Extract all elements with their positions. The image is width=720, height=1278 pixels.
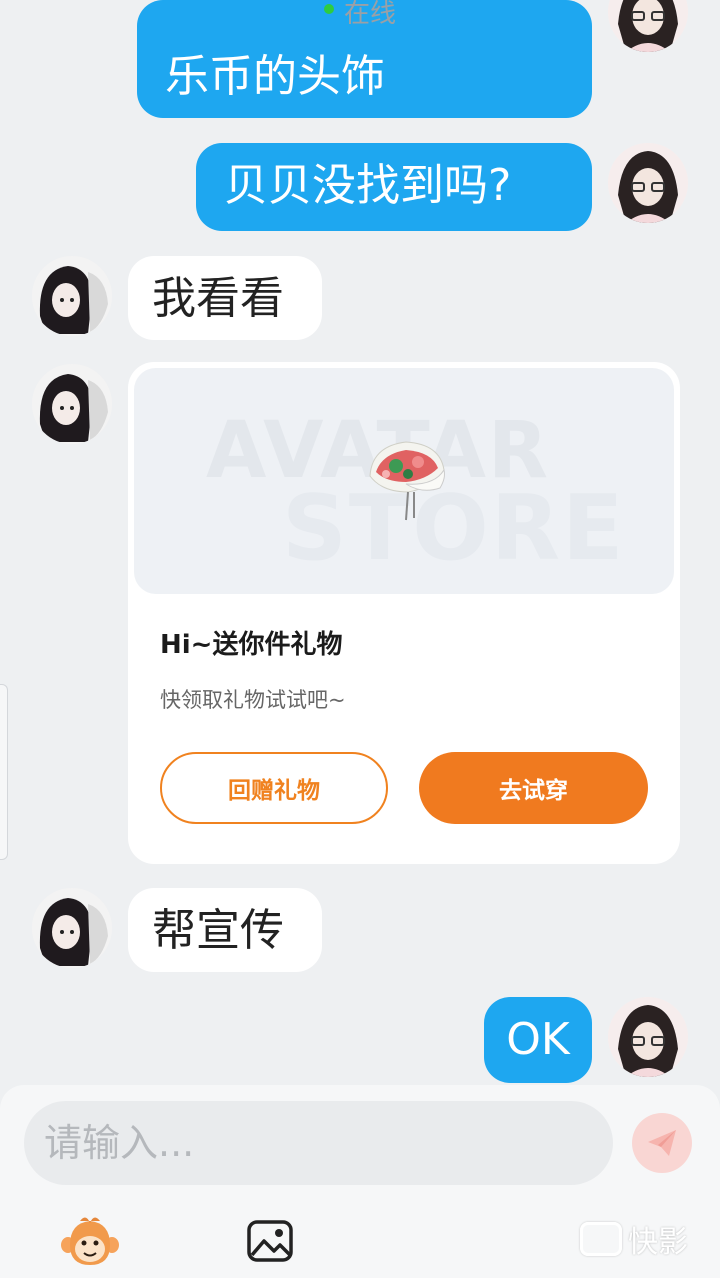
- contact-avatar[interactable]: [32, 364, 112, 444]
- contact-avatar[interactable]: [32, 256, 112, 336]
- gift-preview-image[interactable]: AVATAR STORE: [134, 368, 674, 594]
- app-watermark-label: 快影: [628, 1225, 688, 1260]
- app-watermark: 快影: [580, 1219, 688, 1260]
- image-picker-button[interactable]: [246, 1219, 294, 1263]
- emoji-button[interactable]: [60, 1215, 120, 1267]
- message-text: 我看看: [152, 273, 284, 324]
- try-on-button[interactable]: 去试穿: [419, 752, 648, 824]
- message-text: 贝贝没找到吗?: [224, 160, 512, 211]
- monkey-emoji-icon: [61, 1217, 119, 1265]
- message-input[interactable]: 请输入...: [24, 1101, 613, 1185]
- gift-subtitle: 快领取礼物试试吧~: [160, 688, 346, 712]
- send-button[interactable]: [632, 1113, 692, 1173]
- message-text: 帮宣传: [152, 905, 284, 956]
- contact-avatar[interactable]: [32, 888, 112, 968]
- video-camera-icon: [580, 1222, 622, 1256]
- presence-status: 在线: [0, 0, 720, 28]
- message-list[interactable]: 乐币的头饰 贝贝没找到吗? 我看看 AVATAR STORE Hi~送你件礼物 …: [0, 0, 720, 1085]
- message-bubble-outgoing[interactable]: OK: [484, 997, 592, 1083]
- side-drawer-handle[interactable]: [0, 684, 8, 860]
- online-dot-icon: [323, 4, 334, 14]
- gift-card[interactable]: AVATAR STORE Hi~送你件礼物 快领取礼物试试吧~ 回赠礼物 去试穿: [128, 362, 680, 864]
- headwear-item-icon: [369, 441, 445, 521]
- my-avatar[interactable]: [608, 997, 688, 1077]
- return-gift-button[interactable]: 回赠礼物: [160, 752, 388, 824]
- paper-plane-icon: [648, 1130, 676, 1156]
- presence-label: 在线: [343, 0, 396, 29]
- message-text: OK: [506, 1014, 570, 1065]
- gift-title: Hi~送你件礼物: [160, 630, 343, 660]
- store-watermark: STORE: [282, 476, 626, 581]
- message-bubble-incoming[interactable]: 我看看: [128, 256, 322, 340]
- message-bubble-outgoing[interactable]: 贝贝没找到吗?: [196, 143, 592, 231]
- image-icon: [247, 1220, 293, 1262]
- message-bubble-incoming[interactable]: 帮宣传: [128, 888, 322, 972]
- message-text: 乐币的头饰: [165, 51, 385, 102]
- composer-bar: 请输入... 快影: [0, 1085, 720, 1278]
- my-avatar[interactable]: [608, 143, 688, 223]
